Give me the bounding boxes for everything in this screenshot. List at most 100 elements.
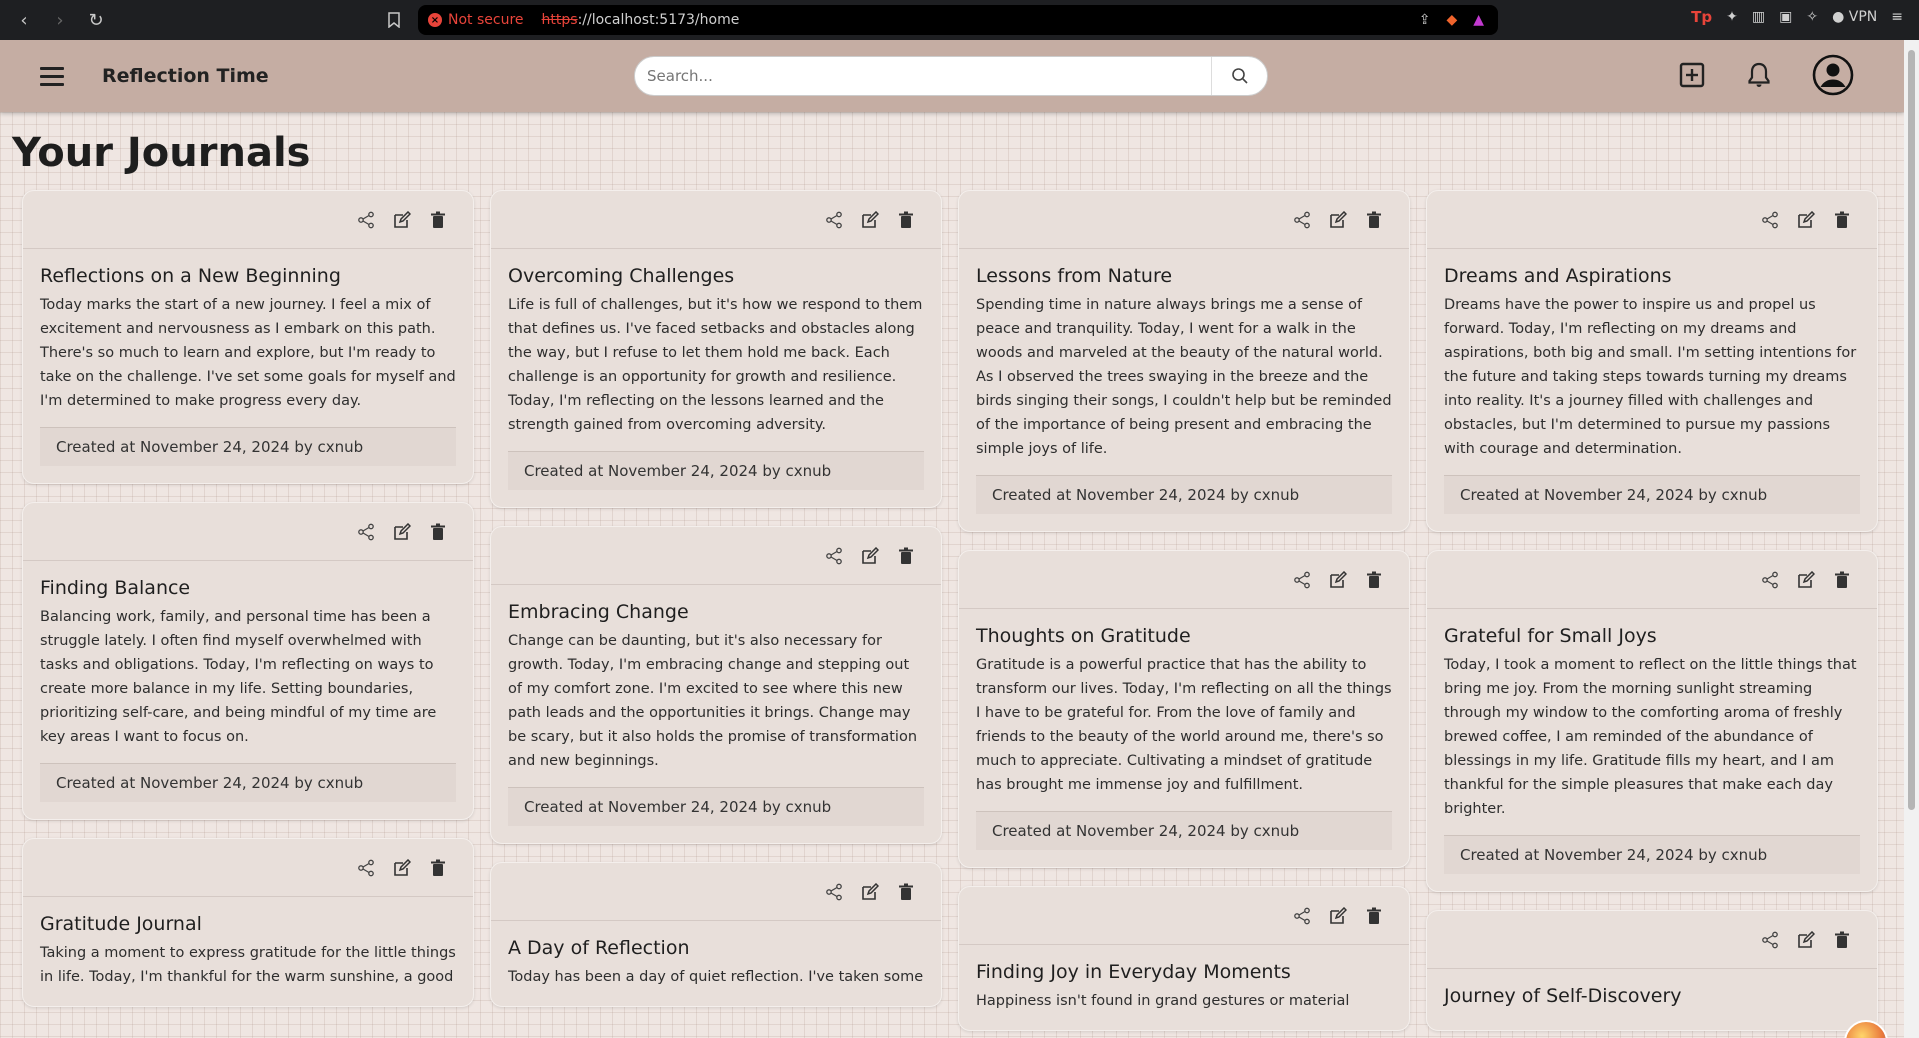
card-title[interactable]: Lessons from Nature [976,265,1392,287]
edit-icon[interactable] [1797,210,1815,229]
scrollbar-thumb[interactable] [1908,50,1915,810]
journal-card[interactable]: Gratitude Journal Taking a moment to expr… [22,838,474,1007]
not-secure-label[interactable]: Not secure [448,12,524,28]
wallet-icon[interactable]: ▣ [1779,9,1792,25]
notifications-button[interactable] [1746,61,1772,93]
url-scheme: https [541,12,578,28]
share-icon[interactable] [1293,907,1311,925]
delete-icon[interactable] [1365,907,1383,925]
journal-card[interactable]: Thoughts on Gratitude Gratitude is a powe… [958,550,1410,868]
journal-card[interactable]: Embracing Change Change can be daunting, … [490,526,942,844]
card-title[interactable]: Dreams and Aspirations [1444,265,1860,287]
journal-card[interactable]: Reflections on a New Beginning Today mark… [22,190,474,484]
card-text: Today, I took a moment to reflect on the… [1444,657,1857,817]
edit-icon[interactable] [1329,210,1347,229]
delete-icon[interactable] [1365,211,1383,229]
delete-icon[interactable] [1833,211,1851,229]
edit-icon[interactable] [1797,930,1815,949]
card-title[interactable]: Grateful for Small Joys [1444,625,1860,647]
card-actions [491,527,941,585]
reload-icon[interactable]: ↻ [82,6,110,34]
share-page-icon[interactable]: ⇪ [1419,12,1431,28]
delete-icon[interactable] [1833,571,1851,589]
edit-icon[interactable] [393,210,411,229]
delete-icon[interactable] [897,547,915,565]
search-bar [634,56,1268,96]
card-actions [23,191,473,249]
journal-card[interactable]: Overcoming Challenges Life is full of cha… [490,190,942,508]
extensions-icon[interactable]: ✦ [1726,9,1738,25]
menu-icon[interactable]: ≡ [1891,9,1903,25]
forward-icon[interactable]: › [46,6,74,34]
journal-card[interactable]: Finding Balance Balancing work, family, a… [22,502,474,820]
delete-icon[interactable] [429,211,447,229]
share-icon[interactable] [825,547,843,565]
share-icon[interactable] [1761,211,1779,229]
edit-icon[interactable] [393,522,411,541]
journal-card[interactable]: Grateful for Small Joys Today, I took a m… [1426,550,1878,892]
edit-icon[interactable] [393,858,411,877]
card-text: Balancing work, family, and personal tim… [40,609,437,745]
card-title[interactable]: Journey of Self-Discovery [1444,985,1860,1007]
share-icon[interactable] [1293,211,1311,229]
card-title[interactable]: Finding Joy in Everyday Moments [976,961,1392,983]
card-title[interactable]: Reflections on a New Beginning [40,265,456,287]
card-title[interactable]: Embracing Change [508,601,924,623]
edit-icon[interactable] [861,546,879,565]
page-scrollbar[interactable] [1904,40,1919,1038]
search-input[interactable] [647,67,1211,85]
delete-icon[interactable] [897,883,915,901]
delete-icon[interactable] [1833,931,1851,949]
share-icon[interactable] [1293,571,1311,589]
search-button[interactable] [1211,57,1267,95]
share-icon[interactable] [357,859,375,877]
delete-icon[interactable] [897,211,915,229]
hamburger-menu-icon[interactable] [40,66,64,86]
card-body: Finding Balance Balancing work, family, a… [23,561,473,819]
share-icon[interactable] [1761,931,1779,949]
card-title[interactable]: Thoughts on Gratitude [976,625,1392,647]
journal-card[interactable]: Journey of Self-Discovery [1426,910,1878,1031]
account-button[interactable] [1812,54,1854,100]
edit-icon[interactable] [1797,570,1815,589]
card-body: Lessons from Nature Spending time in natu… [959,249,1409,531]
tp-extension-icon[interactable]: Tp [1691,8,1712,26]
journal-card[interactable]: Lessons from Nature Spending time in natu… [958,190,1410,532]
share-icon[interactable] [825,883,843,901]
card-body: Grateful for Small Joys Today, I took a m… [1427,609,1877,891]
leo-icon[interactable]: ✧ [1806,9,1818,25]
sidebar-icon[interactable]: ▥ [1752,9,1765,25]
edit-icon[interactable] [1329,570,1347,589]
card-actions [1427,191,1877,249]
app-title: Reflection Time [102,65,269,87]
delete-icon[interactable] [429,523,447,541]
add-journal-button[interactable] [1678,61,1706,93]
delete-icon[interactable] [429,859,447,877]
back-icon[interactable]: ‹ [10,6,38,34]
address-bar[interactable]: × Not secure https://localhost:5173/home… [418,5,1498,35]
brave-rewards-icon[interactable]: ▲ [1473,12,1484,28]
bookmark-icon[interactable] [382,8,406,32]
delete-icon[interactable] [1365,571,1383,589]
card-text: Dreams have the power to inspire us and … [1444,297,1857,457]
card-title[interactable]: Finding Balance [40,577,456,599]
url-path: ://localhost:5173/home [577,12,740,28]
card-title[interactable]: Gratitude Journal [40,913,456,935]
share-icon[interactable] [1761,571,1779,589]
journal-card[interactable]: Dreams and Aspirations Dreams have the po… [1426,190,1878,532]
share-icon[interactable] [357,211,375,229]
edit-icon[interactable] [861,882,879,901]
card-text: Taking a moment to express gratitude for… [40,945,456,985]
journal-card[interactable]: Finding Joy in Everyday Moments Happiness… [958,886,1410,1031]
card-title[interactable]: Overcoming Challenges [508,265,924,287]
share-icon[interactable] [825,211,843,229]
brave-shield-icon[interactable]: ◆ [1446,12,1457,28]
edit-icon[interactable] [1329,906,1347,925]
share-icon[interactable] [357,523,375,541]
vpn-button[interactable]: ● VPN [1832,9,1877,25]
url-text[interactable]: https://localhost:5173/home [542,12,740,28]
card-body: Reflections on a New Beginning Today mark… [23,249,473,483]
card-title[interactable]: A Day of Reflection [508,937,924,959]
edit-icon[interactable] [861,210,879,229]
journal-card[interactable]: A Day of Reflection Today has been a day … [490,862,942,1007]
